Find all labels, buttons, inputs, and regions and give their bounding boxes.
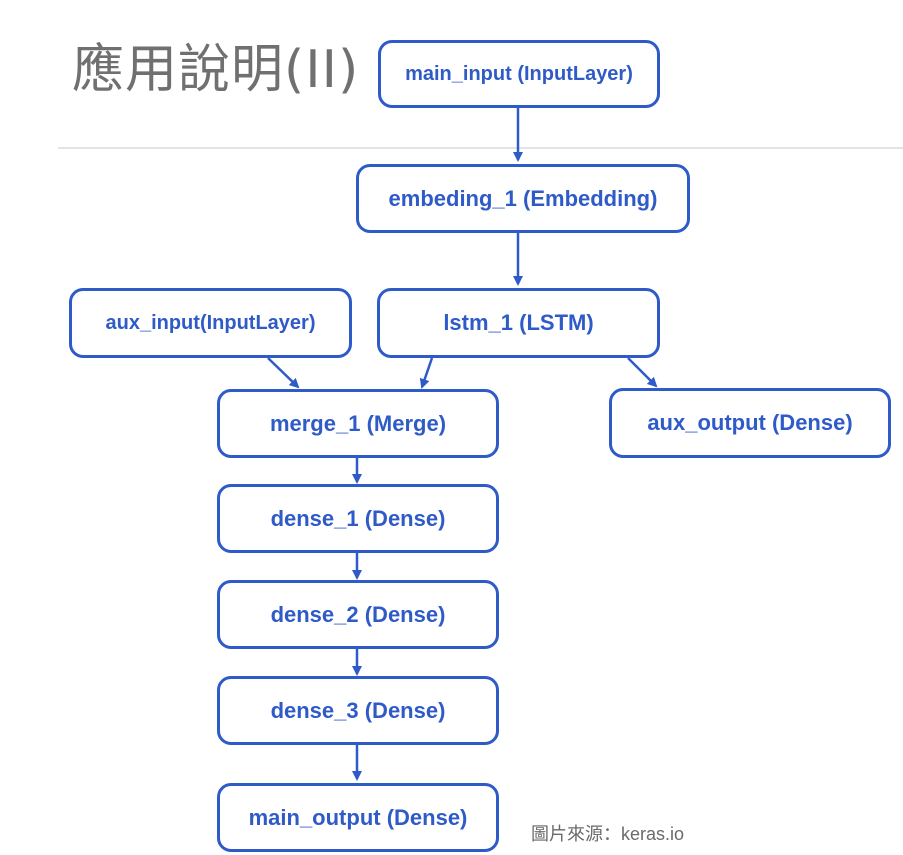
node-lstm-1[interactable]: lstm_1 (LSTM): [377, 288, 660, 358]
edge-lstm-1-to-aux-output: [627, 357, 658, 388]
image-source-caption: 圖片來源：keras.io: [531, 824, 685, 844]
node-main-output[interactable]: main_output (Dense): [217, 783, 499, 852]
node-merge-1[interactable]: merge_1 (Merge): [217, 389, 499, 458]
edge-lstm-1-to-merge-1: [419, 357, 434, 389]
edge-aux-input-to-merge-1: [267, 357, 300, 389]
node-dense-3[interactable]: dense_3 (Dense): [217, 676, 499, 745]
slide-title: 應用說明(II): [72, 40, 360, 100]
node-aux-output[interactable]: aux_output (Dense): [609, 388, 891, 458]
node-aux-input[interactable]: aux_input(InputLayer): [69, 288, 352, 358]
node-embeding-1[interactable]: embeding_1 (Embedding): [356, 164, 690, 233]
node-dense-2[interactable]: dense_2 (Dense): [217, 580, 499, 649]
node-dense-1[interactable]: dense_1 (Dense): [217, 484, 499, 553]
node-main-input[interactable]: main_input (InputLayer): [378, 40, 660, 108]
title-divider: [58, 147, 903, 149]
